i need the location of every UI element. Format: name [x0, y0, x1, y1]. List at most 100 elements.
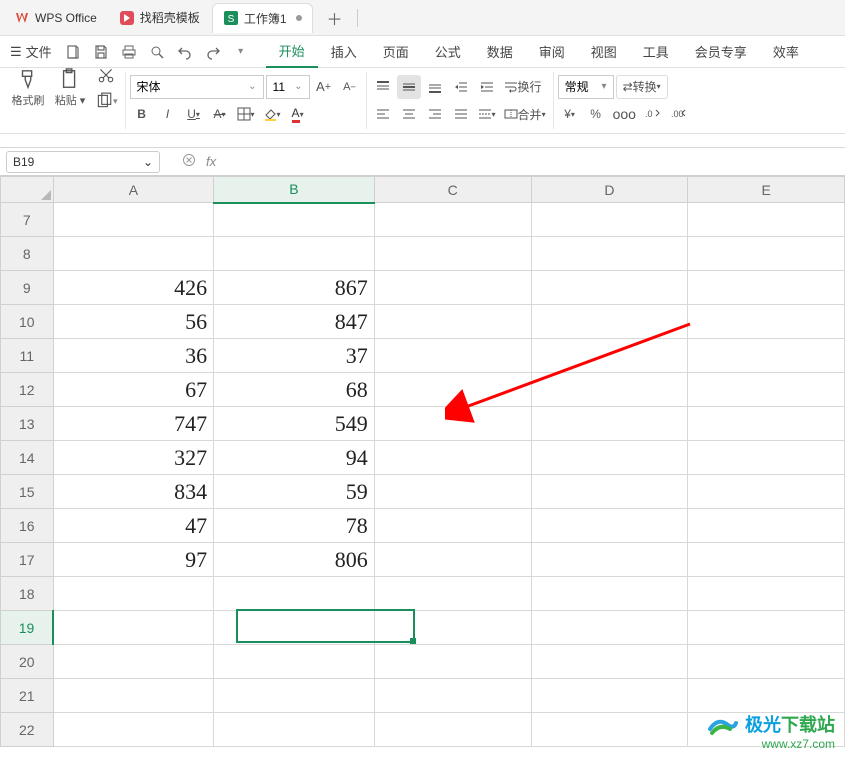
align-right-button[interactable] — [423, 102, 447, 126]
copy-button[interactable]: ▾ — [92, 89, 121, 113]
menu-page[interactable]: 页面 — [370, 36, 422, 68]
increase-decimal-button[interactable]: .0 — [641, 102, 665, 126]
col-header-B[interactable]: B — [214, 177, 375, 203]
cell-D7[interactable] — [531, 203, 688, 237]
cell-E9[interactable] — [688, 271, 845, 305]
cell-A19[interactable] — [53, 611, 214, 645]
cell-C16[interactable] — [374, 509, 531, 543]
cell-E13[interactable] — [688, 407, 845, 441]
cell-C12[interactable] — [374, 373, 531, 407]
col-header-C[interactable]: C — [374, 177, 531, 203]
menu-tools[interactable]: 工具 — [630, 36, 682, 68]
cell-A13[interactable]: 747 — [53, 407, 214, 441]
menu-view[interactable]: 视图 — [578, 36, 630, 68]
cell-D19[interactable] — [531, 611, 688, 645]
cut-button[interactable] — [92, 63, 121, 87]
cell-D15[interactable] — [531, 475, 688, 509]
cell-B11[interactable]: 37 — [214, 339, 375, 373]
fx-label[interactable]: fx — [206, 154, 216, 169]
menu-data[interactable]: 数据 — [474, 36, 526, 68]
cell-A20[interactable] — [53, 645, 214, 679]
convert-button[interactable]: ⇄ 转换 ▾ — [616, 75, 668, 99]
cell-D16[interactable] — [531, 509, 688, 543]
merge-cells-button[interactable]: 合并 ▾ — [501, 102, 549, 126]
cell-B22[interactable] — [214, 713, 375, 747]
percent-button[interactable]: % — [584, 102, 608, 126]
currency-button[interactable]: ¥ ▾ — [558, 102, 582, 126]
cell-C21[interactable] — [374, 679, 531, 713]
border-button[interactable]: ▾ — [234, 102, 258, 126]
row-header-17[interactable]: 17 — [1, 543, 54, 577]
indent-increase-button[interactable] — [475, 75, 499, 99]
cell-B18[interactable] — [214, 577, 375, 611]
comma-button[interactable]: ooo — [610, 102, 639, 126]
cell-C8[interactable] — [374, 237, 531, 271]
cell-D18[interactable] — [531, 577, 688, 611]
row-header-9[interactable]: 9 — [1, 271, 54, 305]
cell-D12[interactable] — [531, 373, 688, 407]
col-header-E[interactable]: E — [688, 177, 845, 203]
cell-C14[interactable] — [374, 441, 531, 475]
cell-B19[interactable] — [214, 611, 375, 645]
number-format-select[interactable]: 常规▾ — [558, 75, 614, 99]
cell-E8[interactable] — [688, 237, 845, 271]
cell-A14[interactable]: 327 — [53, 441, 214, 475]
cell-E17[interactable] — [688, 543, 845, 577]
align-justify-button[interactable] — [449, 102, 473, 126]
font-size-select[interactable]: 11⌄ — [266, 75, 310, 99]
cell-C22[interactable] — [374, 713, 531, 747]
cell-E16[interactable] — [688, 509, 845, 543]
name-box[interactable]: B19 ⌄ — [6, 151, 160, 173]
row-header-7[interactable]: 7 — [1, 203, 54, 237]
redo-button[interactable] — [200, 40, 226, 64]
cell-A16[interactable]: 47 — [53, 509, 214, 543]
format-painter-button[interactable]: 格式刷 — [8, 60, 48, 116]
formula-input[interactable] — [216, 151, 845, 173]
cell-E7[interactable] — [688, 203, 845, 237]
cell-D22[interactable] — [531, 713, 688, 747]
row-header-18[interactable]: 18 — [1, 577, 54, 611]
cell-D13[interactable] — [531, 407, 688, 441]
decrease-decimal-button[interactable]: .00 — [667, 102, 691, 126]
select-all-corner[interactable] — [1, 177, 54, 203]
row-header-15[interactable]: 15 — [1, 475, 54, 509]
cell-D21[interactable] — [531, 679, 688, 713]
underline-button[interactable]: U ▾ — [182, 102, 206, 126]
save-button[interactable] — [88, 40, 114, 64]
font-name-select[interactable]: 宋体⌄ — [130, 75, 264, 99]
cell-D8[interactable] — [531, 237, 688, 271]
tab-add-button[interactable]: ＋ — [321, 4, 349, 32]
fill-color-button[interactable]: ▾ — [260, 102, 284, 126]
cell-C18[interactable] — [374, 577, 531, 611]
wrap-text-button[interactable]: 换行 — [501, 75, 545, 99]
cell-A9[interactable]: 426 — [53, 271, 214, 305]
cell-B10[interactable]: 847 — [214, 305, 375, 339]
print-button[interactable] — [116, 40, 142, 64]
cell-C11[interactable] — [374, 339, 531, 373]
cell-D10[interactable] — [531, 305, 688, 339]
undo-button[interactable] — [172, 40, 198, 64]
cell-B7[interactable] — [214, 203, 375, 237]
cell-C9[interactable] — [374, 271, 531, 305]
cell-B21[interactable] — [214, 679, 375, 713]
align-center-button[interactable] — [397, 102, 421, 126]
font-decrease-button[interactable]: A− — [338, 75, 362, 99]
cell-A12[interactable]: 67 — [53, 373, 214, 407]
font-color-button[interactable]: A ▾ — [286, 102, 310, 126]
cell-E19[interactable] — [688, 611, 845, 645]
row-header-16[interactable]: 16 — [1, 509, 54, 543]
paste-button[interactable]: 粘贴 ▾ — [50, 60, 90, 116]
align-distribute-button[interactable]: ▾ — [475, 102, 499, 126]
cell-C19[interactable] — [374, 611, 531, 645]
cancel-formula-button[interactable] — [182, 153, 196, 170]
cell-B14[interactable]: 94 — [214, 441, 375, 475]
menu-member[interactable]: 会员专享 — [682, 36, 760, 68]
col-header-D[interactable]: D — [531, 177, 688, 203]
cell-E11[interactable] — [688, 339, 845, 373]
cell-C17[interactable] — [374, 543, 531, 577]
row-header-10[interactable]: 10 — [1, 305, 54, 339]
cell-A7[interactable] — [53, 203, 214, 237]
cell-B13[interactable]: 549 — [214, 407, 375, 441]
hamburger-menu[interactable]: ☰ 文件 — [4, 42, 58, 61]
cell-D17[interactable] — [531, 543, 688, 577]
